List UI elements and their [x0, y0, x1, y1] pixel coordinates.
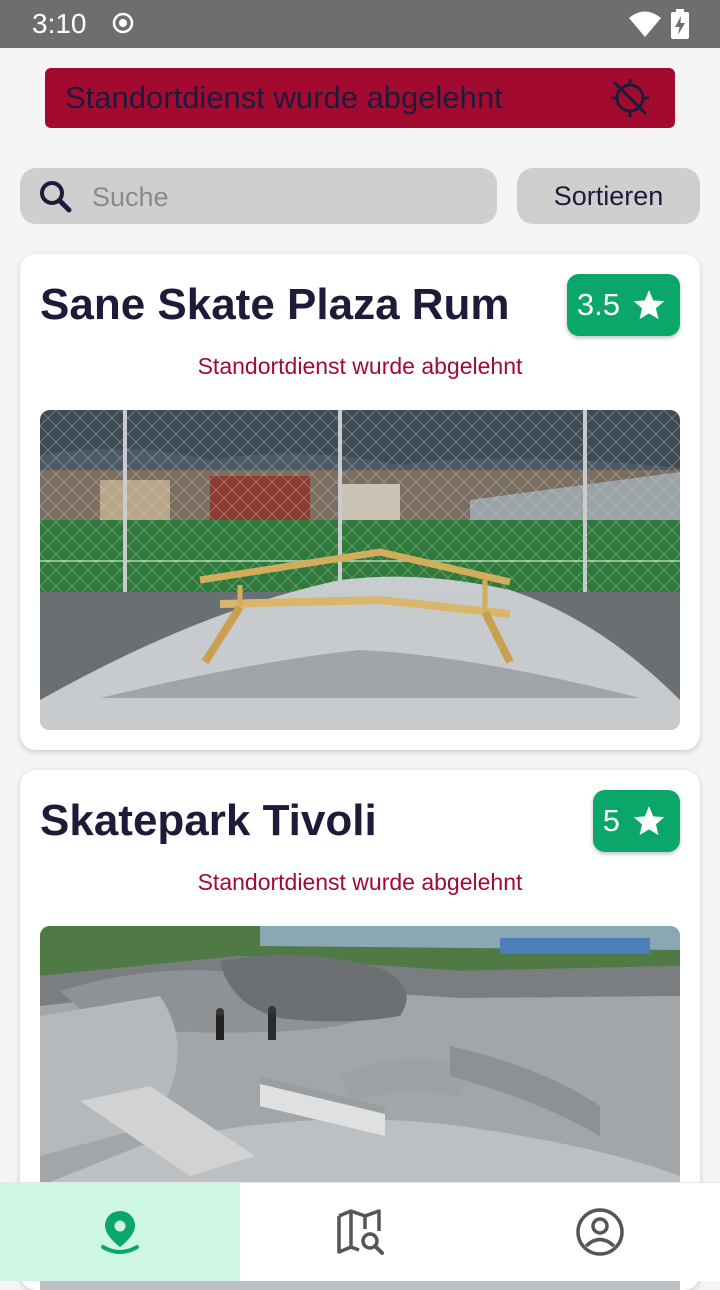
- location-disabled-icon: [611, 79, 649, 117]
- skatepark-name: Skatepark Tivoli: [40, 796, 377, 845]
- distance-text: Standortdienst wurde abgelehnt: [197, 869, 523, 895]
- rating-badge: 5: [592, 790, 680, 852]
- star-icon: [633, 806, 665, 836]
- location-pin-icon: [101, 1211, 139, 1254]
- location-denied-banner: Standortdienst wurde abgelehnt: [45, 68, 675, 128]
- battery-charging-icon: [671, 9, 689, 39]
- search-icon: [40, 181, 72, 213]
- nav-map[interactable]: [240, 1183, 480, 1281]
- wifi-icon: [629, 11, 661, 37]
- status-time: 3:10: [32, 8, 87, 39]
- search-input[interactable]: [90, 176, 484, 218]
- skatepark-card[interactable]: Sane Skate Plaza Rum 3.5 Standortdienst …: [20, 254, 700, 750]
- map-search-icon: [337, 1209, 384, 1255]
- status-bar: 3:10: [0, 0, 720, 48]
- sort-button[interactable]: Sortieren: [517, 168, 700, 224]
- distance-text: Standortdienst wurde abgelehnt: [197, 353, 523, 379]
- nav-locations[interactable]: [0, 1183, 240, 1281]
- skatepark-name: Sane Skate Plaza Rum: [40, 280, 510, 329]
- account-icon: [576, 1208, 624, 1256]
- rating-value: 3.5: [576, 287, 620, 322]
- bottom-navigation: [0, 1182, 720, 1281]
- banner-text: Standortdienst wurde abgelehnt: [65, 80, 503, 115]
- star-icon: [633, 290, 665, 320]
- record-icon: [112, 12, 134, 34]
- rating-value: 5: [602, 803, 620, 838]
- rating-badge: 3.5: [566, 274, 680, 336]
- skate-plaza-rail-photo: [40, 410, 680, 730]
- nav-profile[interactable]: [480, 1183, 720, 1281]
- search-bar[interactable]: [20, 168, 497, 224]
